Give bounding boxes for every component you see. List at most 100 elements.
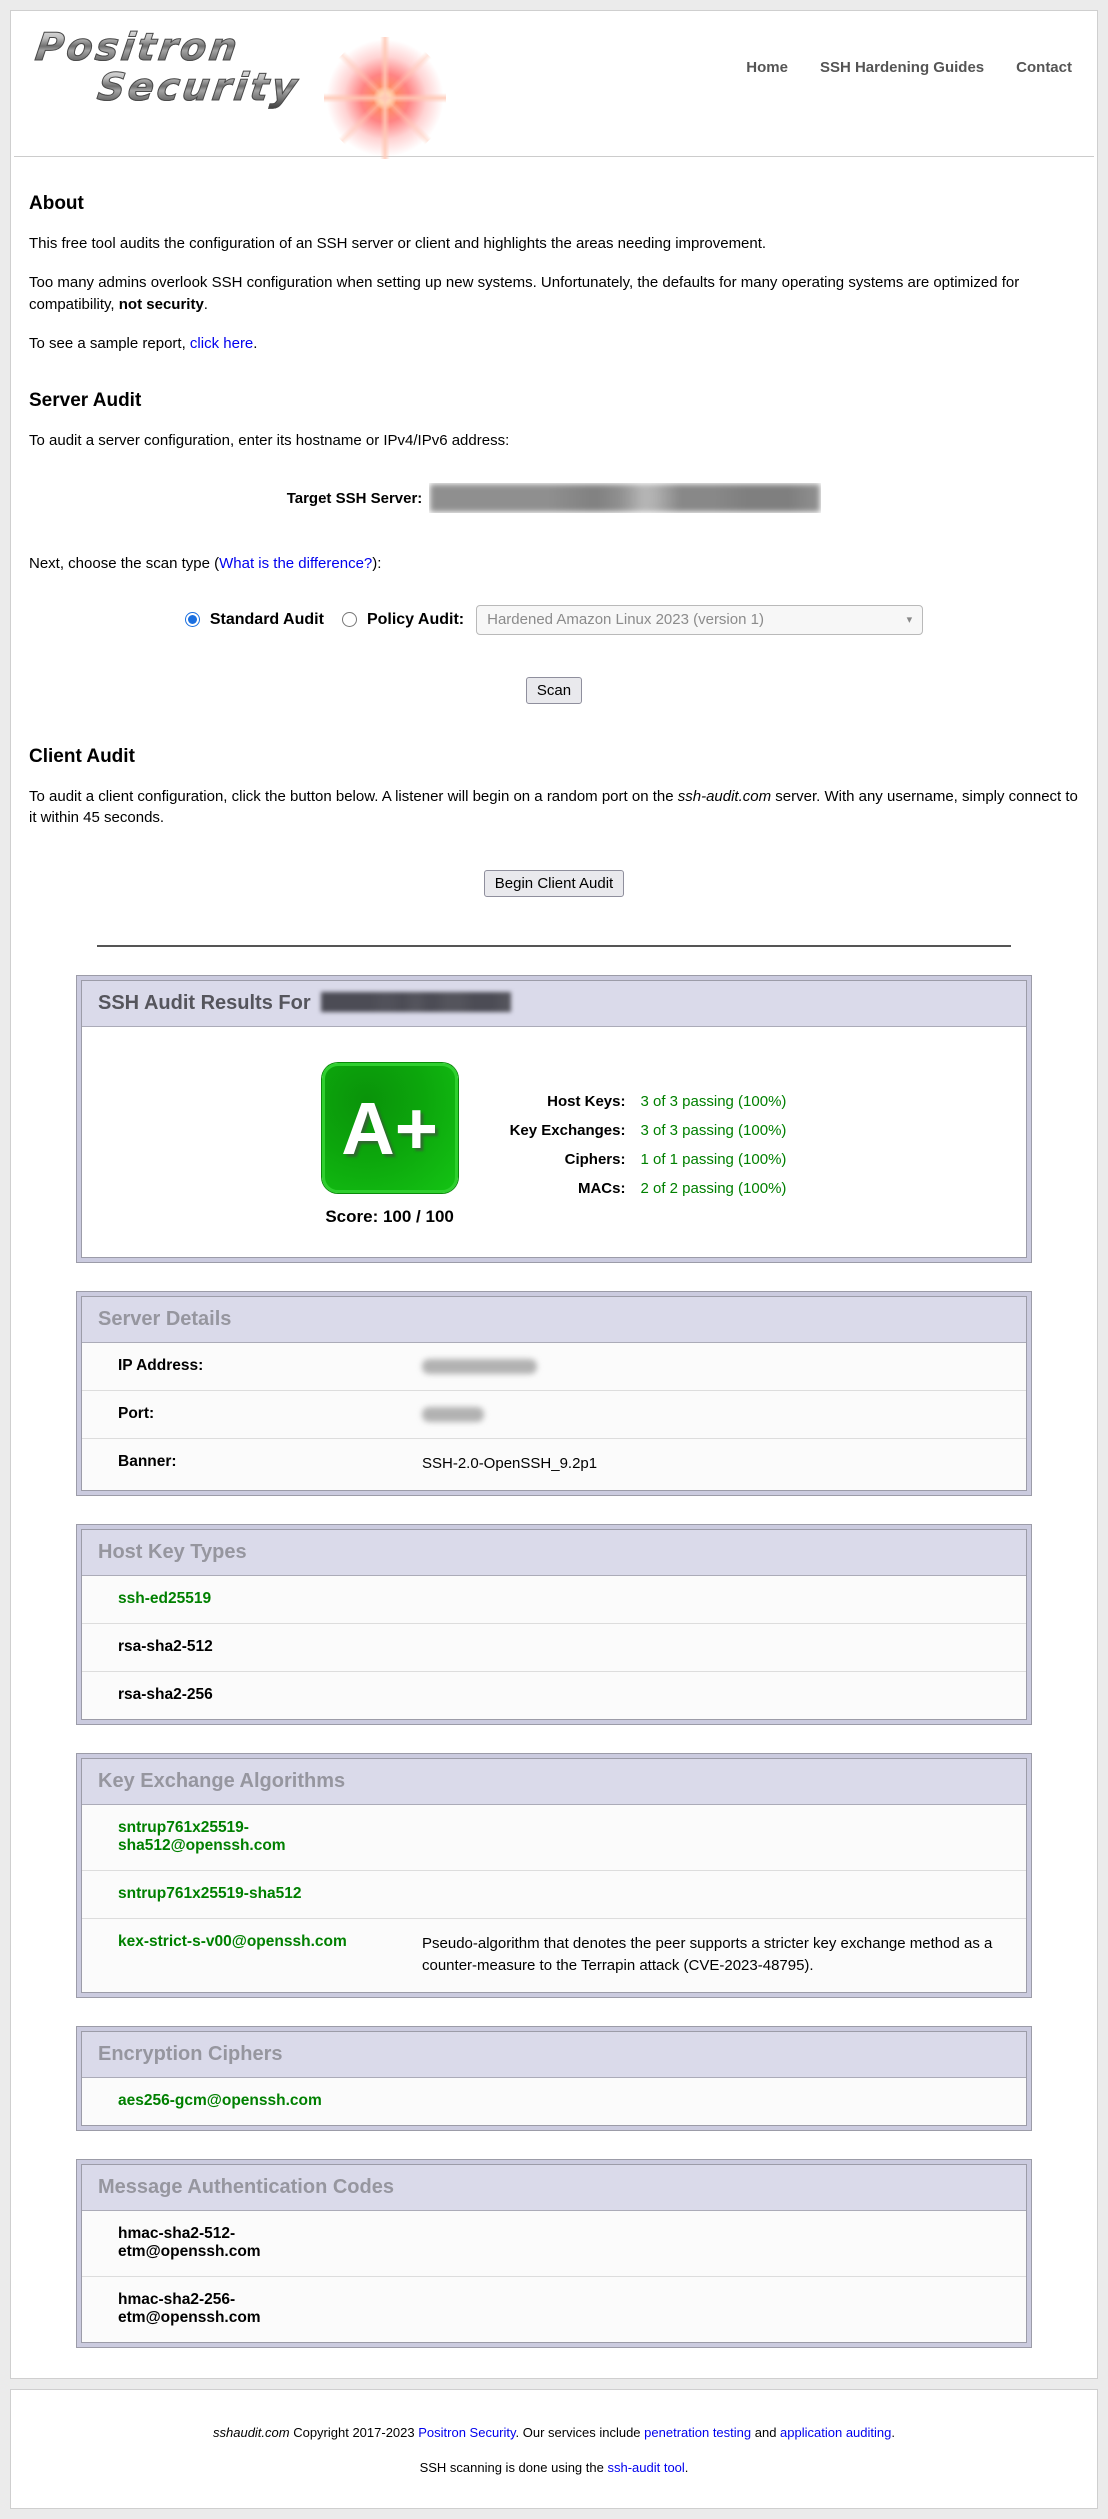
client-audit-text: To audit a client configuration, click t… — [29, 788, 678, 805]
client-audit-button-row: Begin Client Audit — [29, 870, 1079, 897]
detail-value — [422, 1391, 1026, 1439]
table-row: aes256-gcm@openssh.com — [82, 2078, 1026, 2125]
detail-label: Banner: — [82, 1439, 422, 1490]
redacted-port — [422, 1407, 484, 1422]
audit-results-heading: SSH Audit Results For — [82, 981, 1026, 1027]
footer-text: Copyright 2017-2023 — [290, 2425, 419, 2440]
footer-text: . — [891, 2425, 895, 2440]
macs-section: Message Authentication Codes hmac-sha2-5… — [76, 2159, 1032, 2348]
stat-value: 2 of 2 passing (100%) — [640, 1180, 786, 1197]
site-header: Positron Security Home SSH Hardening Gui… — [14, 11, 1094, 157]
table-row: kex-strict-s-v00@openssh.comPseudo-algor… — [82, 1919, 1026, 1992]
client-audit-heading: Client Audit — [29, 746, 1079, 768]
key-exchange-heading: Key Exchange Algorithms — [82, 1759, 1026, 1805]
standard-audit-label: Standard Audit — [210, 611, 324, 629]
algorithm-name: sntrup761x25519-sha512@openssh.com — [82, 1805, 422, 1871]
about-paragraph-1: This free tool audits the configuration … — [29, 233, 1079, 254]
algorithm-name: hmac-sha2-256-etm@openssh.com — [82, 2276, 422, 2342]
penetration-testing-link[interactable]: penetration testing — [644, 2425, 751, 2440]
detail-value: SSH-2.0-OpenSSH_9.2p1 — [422, 1439, 1026, 1490]
begin-client-audit-button[interactable]: Begin Client Audit — [484, 870, 624, 897]
key-exchange-section: Key Exchange Algorithms sntrup761x25519-… — [76, 1753, 1032, 1998]
application-auditing-link[interactable]: application auditing — [780, 2425, 891, 2440]
chevron-down-icon: ▾ — [907, 613, 913, 626]
standard-audit-radio[interactable] — [185, 612, 200, 627]
footer-text: . Our services include — [516, 2425, 645, 2440]
nav-ssh-hardening-guides[interactable]: SSH Hardening Guides — [820, 59, 984, 76]
server-audit-heading: Server Audit — [29, 390, 1079, 412]
table-row: hmac-sha2-512-etm@openssh.com — [82, 2211, 1026, 2277]
algorithm-note — [422, 1624, 1026, 1672]
policy-audit-label: Policy Audit: — [367, 611, 464, 629]
algorithm-name: aes256-gcm@openssh.com — [82, 2078, 422, 2125]
positron-security-logo[interactable]: Positron Security — [36, 25, 416, 147]
logo-line-1: Positron — [33, 25, 243, 69]
nav-home[interactable]: Home — [746, 59, 788, 76]
table-row: rsa-sha2-512 — [82, 1624, 1026, 1672]
redacted-target-server-value — [430, 484, 820, 512]
algorithm-name: kex-strict-s-v00@openssh.com — [82, 1919, 422, 1992]
about-heading: About — [29, 193, 1079, 215]
footer-text: SSH scanning is done using the — [420, 2460, 608, 2475]
algorithm-note — [422, 2211, 1026, 2277]
stat-value: 1 of 1 passing (100%) — [640, 1151, 786, 1168]
policy-selected-option: Hardened Amazon Linux 2023 (version 1) — [487, 611, 764, 628]
about-p2-bold: not security — [119, 296, 204, 313]
table-row: IP Address: — [82, 1343, 1026, 1391]
algorithm-note — [422, 1672, 1026, 1720]
target-server-label: Target SSH Server: — [287, 490, 423, 507]
macs-table: hmac-sha2-512-etm@openssh.com hmac-sha2-… — [82, 2211, 1026, 2342]
logo-line-2: Security — [95, 65, 303, 109]
footer-site-name: sshaudit.com — [213, 2425, 290, 2440]
nav-contact[interactable]: Contact — [1016, 59, 1072, 76]
results-divider — [97, 945, 1011, 947]
target-server-row: Target SSH Server: — [29, 483, 1079, 513]
stat-label: MACs: — [510, 1180, 626, 1197]
stat-value: 3 of 3 passing (100%) — [640, 1093, 786, 1110]
algorithm-name: sntrup761x25519-sha512 — [82, 1871, 422, 1919]
footer-text: and — [751, 2425, 780, 2440]
policy-select[interactable]: Hardened Amazon Linux 2023 (version 1) ▾ — [476, 605, 923, 635]
ssh-audit-tool-link[interactable]: ssh-audit tool — [607, 2460, 684, 2475]
algorithm-name: rsa-sha2-512 — [82, 1624, 422, 1672]
grade-badge: A+ — [322, 1063, 458, 1193]
policy-audit-radio[interactable] — [342, 612, 357, 627]
scan-type-text: Next, choose the scan type ( — [29, 555, 219, 572]
about-p3-end: . — [253, 335, 257, 352]
footer-text: . — [685, 2460, 689, 2475]
stat-label: Key Exchanges: — [510, 1122, 626, 1139]
table-row: sntrup761x25519-sha512 — [82, 1871, 1026, 1919]
server-audit-intro: To audit a server configuration, enter i… — [29, 430, 1079, 451]
page-content: About This free tool audits the configur… — [11, 193, 1097, 2348]
encryption-ciphers-section: Encryption Ciphers aes256-gcm@openssh.co… — [76, 2026, 1032, 2131]
scan-button-row: Scan — [29, 677, 1079, 704]
target-server-input[interactable] — [429, 483, 821, 513]
audit-results-heading-text: SSH Audit Results For — [98, 992, 311, 1014]
detail-label: Port: — [82, 1391, 422, 1439]
algorithm-note: Pseudo-algorithm that denotes the peer s… — [422, 1919, 1026, 1992]
macs-heading: Message Authentication Codes — [82, 2165, 1026, 2211]
server-details-section: Server Details IP Address: Port: Banner:… — [76, 1291, 1032, 1496]
scan-button[interactable]: Scan — [526, 677, 582, 704]
site-footer: sshaudit.com Copyright 2017-2023 Positro… — [10, 2389, 1098, 2509]
scan-type-difference-link[interactable]: What is the difference? — [219, 555, 372, 572]
positron-security-link[interactable]: Positron Security — [418, 2425, 515, 2440]
detail-label: IP Address: — [82, 1343, 422, 1391]
redacted-hostname — [321, 992, 511, 1012]
host-key-types-section: Host Key Types ssh-ed25519 rsa-sha2-512 … — [76, 1524, 1032, 1725]
algorithm-note — [422, 1576, 1026, 1624]
score-label: Score: 100 / 100 — [322, 1207, 458, 1227]
server-details-heading: Server Details — [82, 1297, 1026, 1343]
about-p3-text: To see a sample report, — [29, 335, 190, 352]
table-row: Port: — [82, 1391, 1026, 1439]
stat-value: 3 of 3 passing (100%) — [640, 1122, 786, 1139]
stat-label: Host Keys: — [510, 1093, 626, 1110]
algorithm-name: hmac-sha2-512-etm@openssh.com — [82, 2211, 422, 2277]
key-exchange-table: sntrup761x25519-sha512@openssh.com sntru… — [82, 1805, 1026, 1992]
redacted-ip-address — [422, 1359, 537, 1374]
audit-results-body: A+ Score: 100 / 100 Host Keys: 3 of 3 pa… — [82, 1027, 1026, 1257]
detail-value — [422, 1343, 1026, 1391]
scan-type-options: Standard Audit Policy Audit: Hardened Am… — [29, 605, 1079, 635]
server-details-table: IP Address: Port: Banner: SSH-2.0-OpenSS… — [82, 1343, 1026, 1490]
sample-report-link[interactable]: click here — [190, 335, 253, 352]
